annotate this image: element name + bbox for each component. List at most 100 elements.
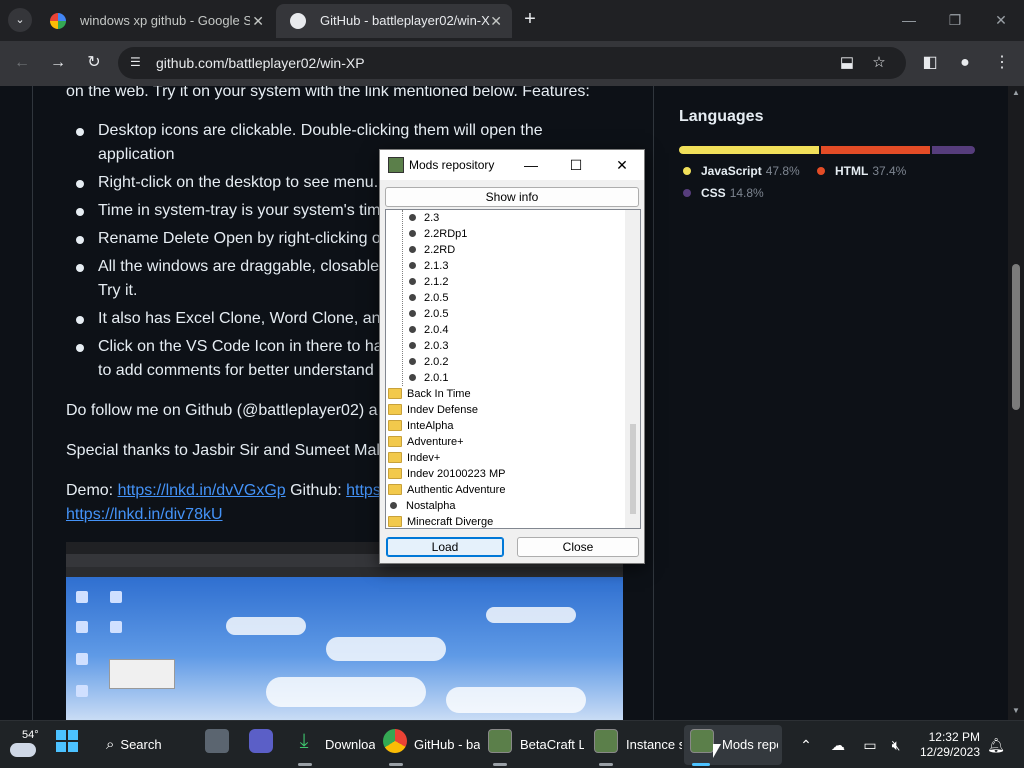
- tab-title: GitHub - battleplayer02/win-XP: [320, 13, 490, 28]
- bullet-dot: [76, 316, 84, 324]
- tree-scrollbar-thumb[interactable]: [630, 424, 636, 514]
- tree-item-leaf[interactable]: Nostalpha: [388, 498, 456, 514]
- tree-item-folder[interactable]: Back In Time: [388, 386, 471, 402]
- demo-link[interactable]: https://lnkd.in/dvVGxGp: [118, 482, 286, 499]
- close-window-icon[interactable]: ✕: [986, 6, 1016, 34]
- clock-time: 12:32 PM: [928, 730, 980, 744]
- tree-item-version[interactable]: 2.2RDp1: [409, 226, 467, 242]
- tree-item-label: 2.0.2: [424, 356, 449, 368]
- language-css[interactable]: CSS 14.8%: [683, 186, 764, 200]
- tree-item-version[interactable]: 2.0.5: [409, 306, 448, 322]
- scroll-up-icon[interactable]: ▲: [1011, 88, 1021, 98]
- language-percent: 14.8%: [729, 186, 764, 200]
- leaf-node-icon: [409, 261, 416, 269]
- scrollbar-thumb[interactable]: [1012, 264, 1020, 410]
- google-icon: [50, 13, 66, 29]
- taskbar-app-mods-repository[interactable]: Mods repo: [722, 729, 778, 761]
- volume-muted-icon[interactable]: 🔇︎: [886, 735, 906, 755]
- install-app-icon[interactable]: ⬓: [838, 54, 856, 72]
- minimize-icon[interactable]: —: [894, 6, 924, 34]
- tree-item-folder[interactable]: Minecraft Diverge: [388, 514, 493, 528]
- github-label: Github:: [285, 482, 347, 499]
- task-view-icon[interactable]: [205, 729, 229, 753]
- tree-item-folder[interactable]: InteAlpha: [388, 418, 453, 434]
- follow-line: Do follow me on Github (@battleplayer02)…: [66, 402, 378, 419]
- tree-item-folder[interactable]: Indev+: [388, 450, 440, 466]
- clock[interactable]: 12:32 PM 12/29/2023: [912, 730, 980, 760]
- tree-item-version[interactable]: 2.0.4: [409, 322, 448, 338]
- tab-github[interactable]: GitHub - battleplayer02/win-XP ✕: [276, 4, 512, 38]
- side-panel-icon[interactable]: ◧: [918, 51, 942, 75]
- minimize-icon[interactable]: —: [520, 154, 542, 176]
- address-bar[interactable]: ☰ github.com/battleplayer02/win-XP ⬓ ☆: [118, 47, 906, 79]
- taskbar-search[interactable]: ⌕ Search: [106, 729, 178, 761]
- forward-button[interactable]: →: [46, 51, 70, 75]
- notification-bell-icon[interactable]: 🔔︎: [986, 735, 1006, 755]
- weather-widget[interactable]: 54°: [8, 727, 44, 761]
- tree-item-folder[interactable]: Indev 20100223 MP: [388, 466, 505, 482]
- tree-item-version[interactable]: 2.2RD: [409, 242, 455, 258]
- site-info-icon[interactable]: ☰: [130, 55, 146, 71]
- maximize-icon[interactable]: ☐: [565, 154, 587, 176]
- monitor-icon[interactable]: ▭: [860, 735, 880, 755]
- taskbar-app-instance[interactable]: Instance se: [626, 729, 682, 761]
- tree-item-version[interactable]: 2.0.1: [409, 370, 448, 386]
- back-button[interactable]: ←: [10, 51, 34, 75]
- chrome-icon: [383, 729, 407, 753]
- cloud-off-icon[interactable]: ☁: [828, 735, 848, 755]
- chevron-up-icon[interactable]: ⌃: [796, 735, 816, 755]
- start-button[interactable]: [55, 729, 79, 753]
- taskbar-app-betacraft[interactable]: BetaCraft La: [520, 729, 584, 761]
- language-javascript[interactable]: JavaScript 47.8%: [683, 164, 800, 178]
- tree-item-version[interactable]: 2.0.5: [409, 290, 448, 306]
- cloud: [326, 637, 446, 661]
- bullet-dot: [76, 128, 84, 136]
- tree-item-label: Adventure+: [407, 436, 464, 448]
- tree-item-version[interactable]: 2.1.2: [409, 274, 448, 290]
- load-button[interactable]: Load: [386, 537, 504, 557]
- tree-item-version[interactable]: 2.0.2: [409, 354, 448, 370]
- close-icon[interactable]: ✕: [611, 154, 633, 176]
- close-icon[interactable]: ✕: [490, 4, 502, 38]
- reload-button[interactable]: ↻: [82, 51, 106, 75]
- page-scrollbar[interactable]: ▲ ▼: [1008, 86, 1024, 720]
- tree-item-version[interactable]: 2.1.3: [409, 258, 448, 274]
- tree-scrollbar[interactable]: [625, 210, 640, 528]
- windows-icon: [56, 730, 78, 752]
- profile-icon[interactable]: ●: [953, 51, 977, 75]
- taskbar: 54° ⌕ Search ⤓ Downloa GitHub - ba BetaCr…: [0, 720, 1024, 768]
- meet-icon[interactable]: [249, 729, 273, 753]
- tree-item-version[interactable]: 2.3: [409, 210, 439, 226]
- download-icon: ⤓: [299, 730, 309, 752]
- taskbar-app-chrome[interactable]: GitHub - ba: [414, 729, 480, 761]
- second-link[interactable]: https://lnkd.in/div78kU: [66, 506, 223, 523]
- betacraft-icon: [488, 729, 512, 753]
- language-percent: 47.8%: [765, 164, 800, 178]
- menu-icon[interactable]: ⋮: [990, 51, 1014, 75]
- new-tab-button[interactable]: +: [518, 8, 542, 32]
- folder-icon: [388, 483, 402, 495]
- language-name: JavaScript: [701, 164, 762, 178]
- language-bar-segment: [820, 146, 930, 154]
- close-icon[interactable]: ✕: [252, 4, 264, 38]
- taskbar-app-downloads[interactable]: Downloa: [325, 729, 375, 761]
- language-bar-segment: [931, 146, 975, 154]
- tree-item-folder[interactable]: Adventure+: [388, 434, 464, 450]
- dialog-titlebar[interactable]: Mods repository — ☐ ✕: [380, 150, 644, 180]
- cloud: [226, 617, 306, 635]
- bookmark-star-icon[interactable]: ☆: [870, 54, 888, 72]
- tab-search-button[interactable]: ⌄: [8, 8, 32, 32]
- scroll-down-icon[interactable]: ▼: [1011, 706, 1021, 716]
- desktop-icon: [110, 621, 122, 633]
- show-info-button[interactable]: Show info: [385, 187, 639, 207]
- restore-icon[interactable]: ❐: [940, 6, 970, 34]
- tab-google-search[interactable]: windows xp github - Google Se ✕: [36, 4, 274, 38]
- tree-item-folder[interactable]: Indev Defense: [388, 402, 478, 418]
- tree-item-version[interactable]: 2.0.3: [409, 338, 448, 354]
- tree-item-folder[interactable]: Authentic Adventure: [388, 482, 505, 498]
- close-button[interactable]: Close: [517, 537, 639, 557]
- tab-title: windows xp github - Google Se: [80, 13, 250, 28]
- mods-tree[interactable]: 2.3 2.2RDp1 2.2RD 2.1.3 2.1.2 2.0.5 2.0.5 2.0.4…: [385, 209, 641, 529]
- cloud: [446, 687, 586, 713]
- language-html[interactable]: HTML 37.4%: [817, 164, 906, 178]
